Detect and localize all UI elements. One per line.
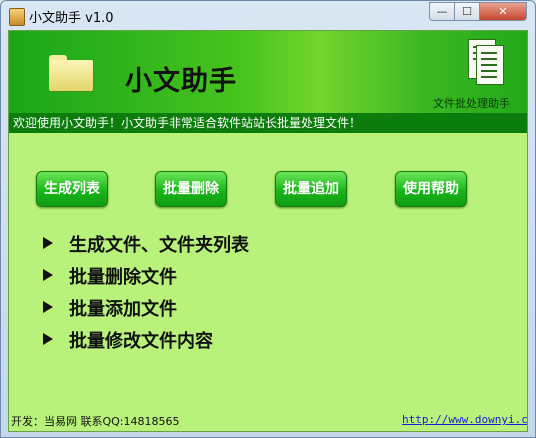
- close-button[interactable]: ✕: [479, 2, 527, 21]
- app-window: 小文助手 v1.0 — ☐ ✕ 小文助手 文件批处理助手 欢迎使用小文助手！小文…: [0, 0, 536, 438]
- arrow-icon: [43, 301, 53, 313]
- title-bar[interactable]: 小文助手 v1.0 — ☐ ✕: [1, 1, 535, 31]
- batch-append-button[interactable]: 批量追加: [275, 171, 347, 207]
- folder-icon: [49, 55, 93, 91]
- feature-text: 批量添加文件: [69, 299, 177, 320]
- feature-text: 批量删除文件: [69, 267, 177, 288]
- client-area: 小文助手 文件批处理助手 欢迎使用小文助手！小文助手非常适合软件站站长批量处理文…: [8, 30, 528, 432]
- feature-text: 批量修改文件内容: [69, 331, 213, 352]
- app-icon: [9, 8, 25, 26]
- arrow-icon: [43, 333, 53, 345]
- arrow-icon: [43, 237, 53, 249]
- feature-text: 生成文件、文件夹列表: [69, 235, 249, 256]
- documents-icon: [464, 37, 506, 89]
- minimize-button[interactable]: —: [429, 2, 455, 21]
- welcome-notice: 欢迎使用小文助手！小文助手非常适合软件站站长批量处理文件！: [9, 113, 527, 133]
- window-title: 小文助手 v1.0: [29, 11, 114, 26]
- help-button[interactable]: 使用帮助: [395, 171, 467, 207]
- website-link[interactable]: http://www.downyi.com: [402, 413, 527, 426]
- developer-info: 开发：当易网 联系QQ:14818565: [11, 415, 180, 428]
- arrow-icon: [43, 269, 53, 281]
- banner: 小文助手 文件批处理助手: [9, 31, 527, 113]
- banner-title: 小文助手: [125, 66, 237, 97]
- generate-list-button[interactable]: 生成列表: [36, 171, 108, 207]
- banner-subtitle: 文件批处理助手: [433, 97, 510, 110]
- maximize-button[interactable]: ☐: [454, 2, 480, 21]
- batch-delete-button[interactable]: 批量删除: [155, 171, 227, 207]
